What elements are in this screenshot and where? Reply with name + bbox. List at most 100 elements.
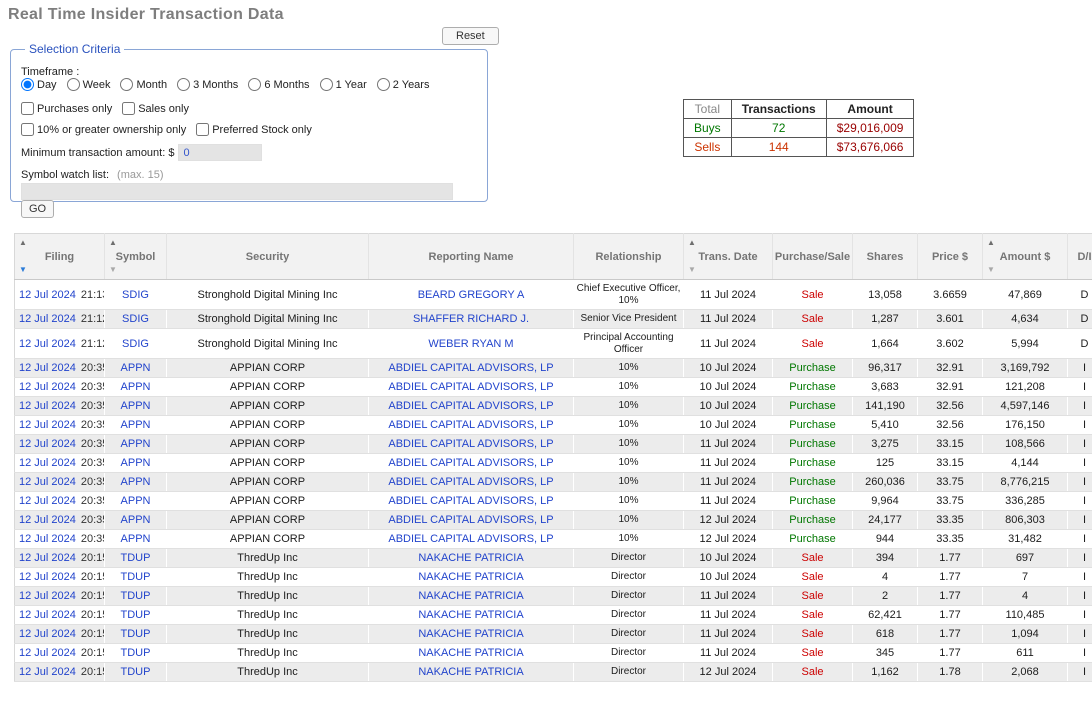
checkbox-option-preferred-stock-only[interactable]: Preferred Stock only [196,123,312,136]
sort-desc-icon[interactable]: ▼ [19,266,27,274]
timeframe-radio-1-year[interactable] [320,78,333,91]
reporting-name-link[interactable]: ABDIEL CAPITAL ADVISORS, LP [388,476,553,488]
reporting-name-link[interactable]: ABDIEL CAPITAL ADVISORS, LP [388,495,553,507]
timeframe-option-2-years[interactable]: 2 Years [377,78,430,91]
sort-control[interactable]: ▲▼ [987,239,995,274]
symbol-link[interactable]: TDUP [121,590,151,602]
reporting-name-link[interactable]: ABDIEL CAPITAL ADVISORS, LP [388,438,553,450]
symbol-link[interactable]: APPN [121,514,151,526]
reporting-name-link[interactable]: NAKACHE PATRICIA [418,590,523,602]
filing-date-link[interactable]: 12 Jul 2024 [19,289,76,301]
filing-date-link[interactable]: 12 Jul 2024 [19,609,76,621]
filing-date-link[interactable]: 12 Jul 2024 [19,476,76,488]
timeframe-option-1-year[interactable]: 1 Year [320,78,367,91]
sort-asc-icon[interactable]: ▲ [109,239,117,247]
checkbox-sales-only[interactable] [122,102,135,115]
sort-desc-icon[interactable]: ▼ [987,266,995,274]
reporting-name-link[interactable]: NAKACHE PATRICIA [418,552,523,564]
reporting-name-link[interactable]: ABDIEL CAPITAL ADVISORS, LP [388,381,553,393]
checkbox-preferred-stock-only[interactable] [196,123,209,136]
symbol-link[interactable]: APPN [121,362,151,374]
sort-desc-icon[interactable]: ▼ [109,266,117,274]
filing-date-link[interactable]: 12 Jul 2024 [19,457,76,469]
filing-date-link[interactable]: 12 Jul 2024 [19,400,76,412]
reporting-name-link[interactable]: ABDIEL CAPITAL ADVISORS, LP [388,362,553,374]
reporting-name-link[interactable]: ABDIEL CAPITAL ADVISORS, LP [388,400,553,412]
symbol-link[interactable]: SDIG [122,338,149,350]
symbol-link[interactable]: TDUP [121,647,151,659]
symbol-link[interactable]: APPN [121,457,151,469]
timeframe-radio-month[interactable] [120,78,133,91]
reporting-name-link[interactable]: ABDIEL CAPITAL ADVISORS, LP [388,514,553,526]
min-amount-input[interactable] [178,144,262,161]
symbol-link[interactable]: TDUP [121,666,151,678]
timeframe-radio-3-months[interactable] [177,78,190,91]
timeframe-option-day[interactable]: Day [21,78,57,91]
symbol-link[interactable]: APPN [121,400,151,412]
symbol-link[interactable]: TDUP [121,552,151,564]
filing-date-link[interactable]: 12 Jul 2024 [19,438,76,450]
reporting-name-link[interactable]: NAKACHE PATRICIA [418,666,523,678]
symbol-link[interactable]: APPN [121,533,151,545]
column-header-symbol[interactable]: ▲▼Symbol [105,234,167,280]
reporting-name-link[interactable]: BEARD GREGORY A [418,289,525,301]
sort-control[interactable]: ▲▼ [19,239,27,274]
go-button[interactable]: GO [21,200,54,218]
reporting-name-link[interactable]: SHAFFER RICHARD J. [413,313,529,325]
symbol-link[interactable]: APPN [121,438,151,450]
filing-date-link[interactable]: 12 Jul 2024 [19,666,76,678]
sort-desc-icon[interactable]: ▼ [688,266,696,274]
filing-date-link[interactable]: 12 Jul 2024 [19,647,76,659]
timeframe-radio-2-years[interactable] [377,78,390,91]
timeframe-option-3-months[interactable]: 3 Months [177,78,238,91]
checkbox-option-10-or-greater-ownership-only[interactable]: 10% or greater ownership only [21,123,186,136]
filing-date-link[interactable]: 12 Jul 2024 [19,381,76,393]
symbol-link[interactable]: APPN [121,419,151,431]
symbol-link[interactable]: TDUP [121,628,151,640]
sort-control[interactable]: ▲▼ [688,239,696,274]
filing-date-link[interactable]: 12 Jul 2024 [19,552,76,564]
filing-date-link[interactable]: 12 Jul 2024 [19,419,76,431]
timeframe-radio-day[interactable] [21,78,34,91]
timeframe-option-6-months[interactable]: 6 Months [248,78,309,91]
symbol-link[interactable]: SDIG [122,289,149,301]
column-header-amount[interactable]: ▲▼Amount $ [983,234,1068,280]
timeframe-radio-week[interactable] [67,78,80,91]
sort-control[interactable]: ▲▼ [109,239,117,274]
timeframe-option-week[interactable]: Week [67,78,111,91]
watch-list-input[interactable] [21,183,453,200]
reporting-name-link[interactable]: ABDIEL CAPITAL ADVISORS, LP [388,457,553,469]
filing-date-link[interactable]: 12 Jul 2024 [19,338,76,350]
reporting-name-link[interactable]: ABDIEL CAPITAL ADVISORS, LP [388,533,553,545]
symbol-link[interactable]: APPN [121,381,151,393]
symbol-link[interactable]: TDUP [121,609,151,621]
timeframe-option-month[interactable]: Month [120,78,167,91]
symbol-link[interactable]: APPN [121,495,151,507]
checkbox-10-or-greater-ownership-only[interactable] [21,123,34,136]
checkbox-purchases-only[interactable] [21,102,34,115]
checkbox-option-sales-only[interactable]: Sales only [122,102,189,115]
reporting-name-link[interactable]: ABDIEL CAPITAL ADVISORS, LP [388,419,553,431]
symbol-link[interactable]: TDUP [121,571,151,583]
filing-date-link[interactable]: 12 Jul 2024 [19,590,76,602]
filing-date-link[interactable]: 12 Jul 2024 [19,495,76,507]
reporting-name-link[interactable]: NAKACHE PATRICIA [418,571,523,583]
sort-asc-icon[interactable]: ▲ [987,239,995,247]
filing-date-link[interactable]: 12 Jul 2024 [19,571,76,583]
filing-date-link[interactable]: 12 Jul 2024 [19,533,76,545]
reporting-name-link[interactable]: NAKACHE PATRICIA [418,609,523,621]
filing-date-link[interactable]: 12 Jul 2024 [19,628,76,640]
filing-date-link[interactable]: 12 Jul 2024 [19,362,76,374]
filing-date-link[interactable]: 12 Jul 2024 [19,514,76,526]
timeframe-radio-6-months[interactable] [248,78,261,91]
reporting-name-link[interactable]: NAKACHE PATRICIA [418,628,523,640]
column-header-trans-date[interactable]: ▲▼Trans. Date [684,234,773,280]
sort-asc-icon[interactable]: ▲ [19,239,27,247]
checkbox-option-purchases-only[interactable]: Purchases only [21,102,112,115]
reporting-name-link[interactable]: NAKACHE PATRICIA [418,647,523,659]
column-header-filing[interactable]: ▲▼Filing [15,234,105,280]
symbol-link[interactable]: APPN [121,476,151,488]
symbol-link[interactable]: SDIG [122,313,149,325]
sort-asc-icon[interactable]: ▲ [688,239,696,247]
filing-date-link[interactable]: 12 Jul 2024 [19,313,76,325]
